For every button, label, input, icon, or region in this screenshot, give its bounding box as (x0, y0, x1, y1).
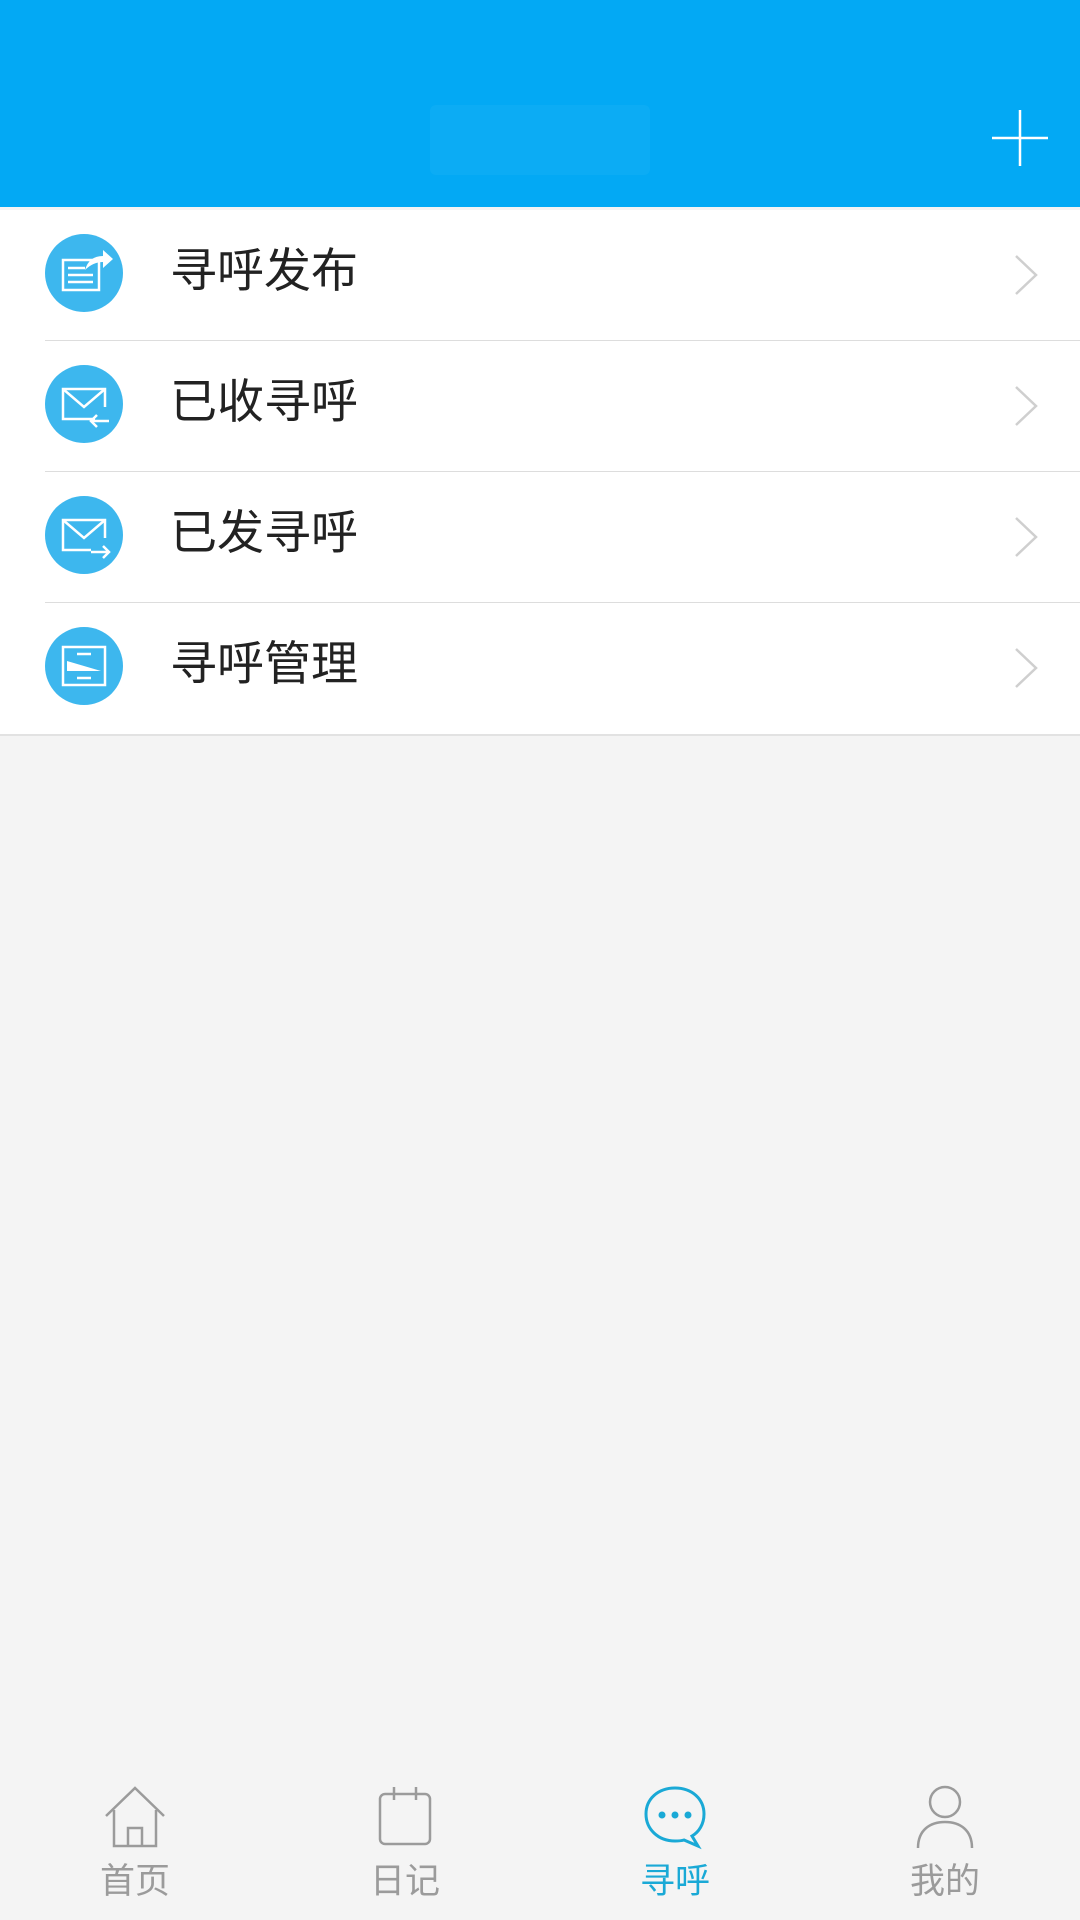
menu-item-label: 寻呼发布 (170, 244, 358, 299)
chevron-right-icon (1013, 385, 1039, 431)
person-icon (916, 1785, 974, 1849)
tab-pager[interactable]: 寻呼 (540, 1760, 810, 1920)
menu-item-label: 已收寻呼 (170, 375, 358, 430)
bottom-tab-bar: 首页 日记 寻呼 我的 (0, 1760, 1080, 1920)
pager-menu: 寻呼发布 已收寻呼 已发寻呼 寻呼管理 (0, 210, 1080, 736)
chevron-right-icon (1013, 516, 1039, 562)
tab-diary[interactable]: 日记 (270, 1760, 540, 1920)
menu-item-sent[interactable]: 已发寻呼 (0, 472, 1080, 603)
inbox-mail-icon (45, 365, 123, 443)
menu-item-label: 寻呼管理 (170, 637, 358, 692)
manage-icon (45, 627, 123, 705)
menu-item-received[interactable]: 已收寻呼 (0, 341, 1080, 472)
menu-item-publish[interactable]: 寻呼发布 (0, 210, 1080, 341)
tab-label: 寻呼 (639, 1862, 710, 1902)
chevron-right-icon (1013, 254, 1039, 300)
app-header (0, 0, 1080, 207)
tab-label: 首页 (99, 1862, 170, 1902)
tab-home[interactable]: 首页 (0, 1760, 270, 1920)
header-title-placeholder (430, 105, 650, 175)
tab-label: 我的 (909, 1862, 980, 1902)
menu-item-label: 已发寻呼 (170, 506, 358, 561)
publish-icon (45, 234, 123, 312)
home-icon (105, 1786, 165, 1848)
tab-mine[interactable]: 我的 (810, 1760, 1080, 1920)
plus-icon[interactable] (990, 108, 1050, 168)
chat-bubble-icon (644, 1786, 706, 1850)
calendar-icon (378, 1787, 432, 1846)
chevron-right-icon (1013, 647, 1039, 693)
tab-label: 日记 (369, 1862, 440, 1902)
menu-item-manage[interactable]: 寻呼管理 (0, 603, 1080, 734)
sent-mail-icon (45, 496, 123, 574)
